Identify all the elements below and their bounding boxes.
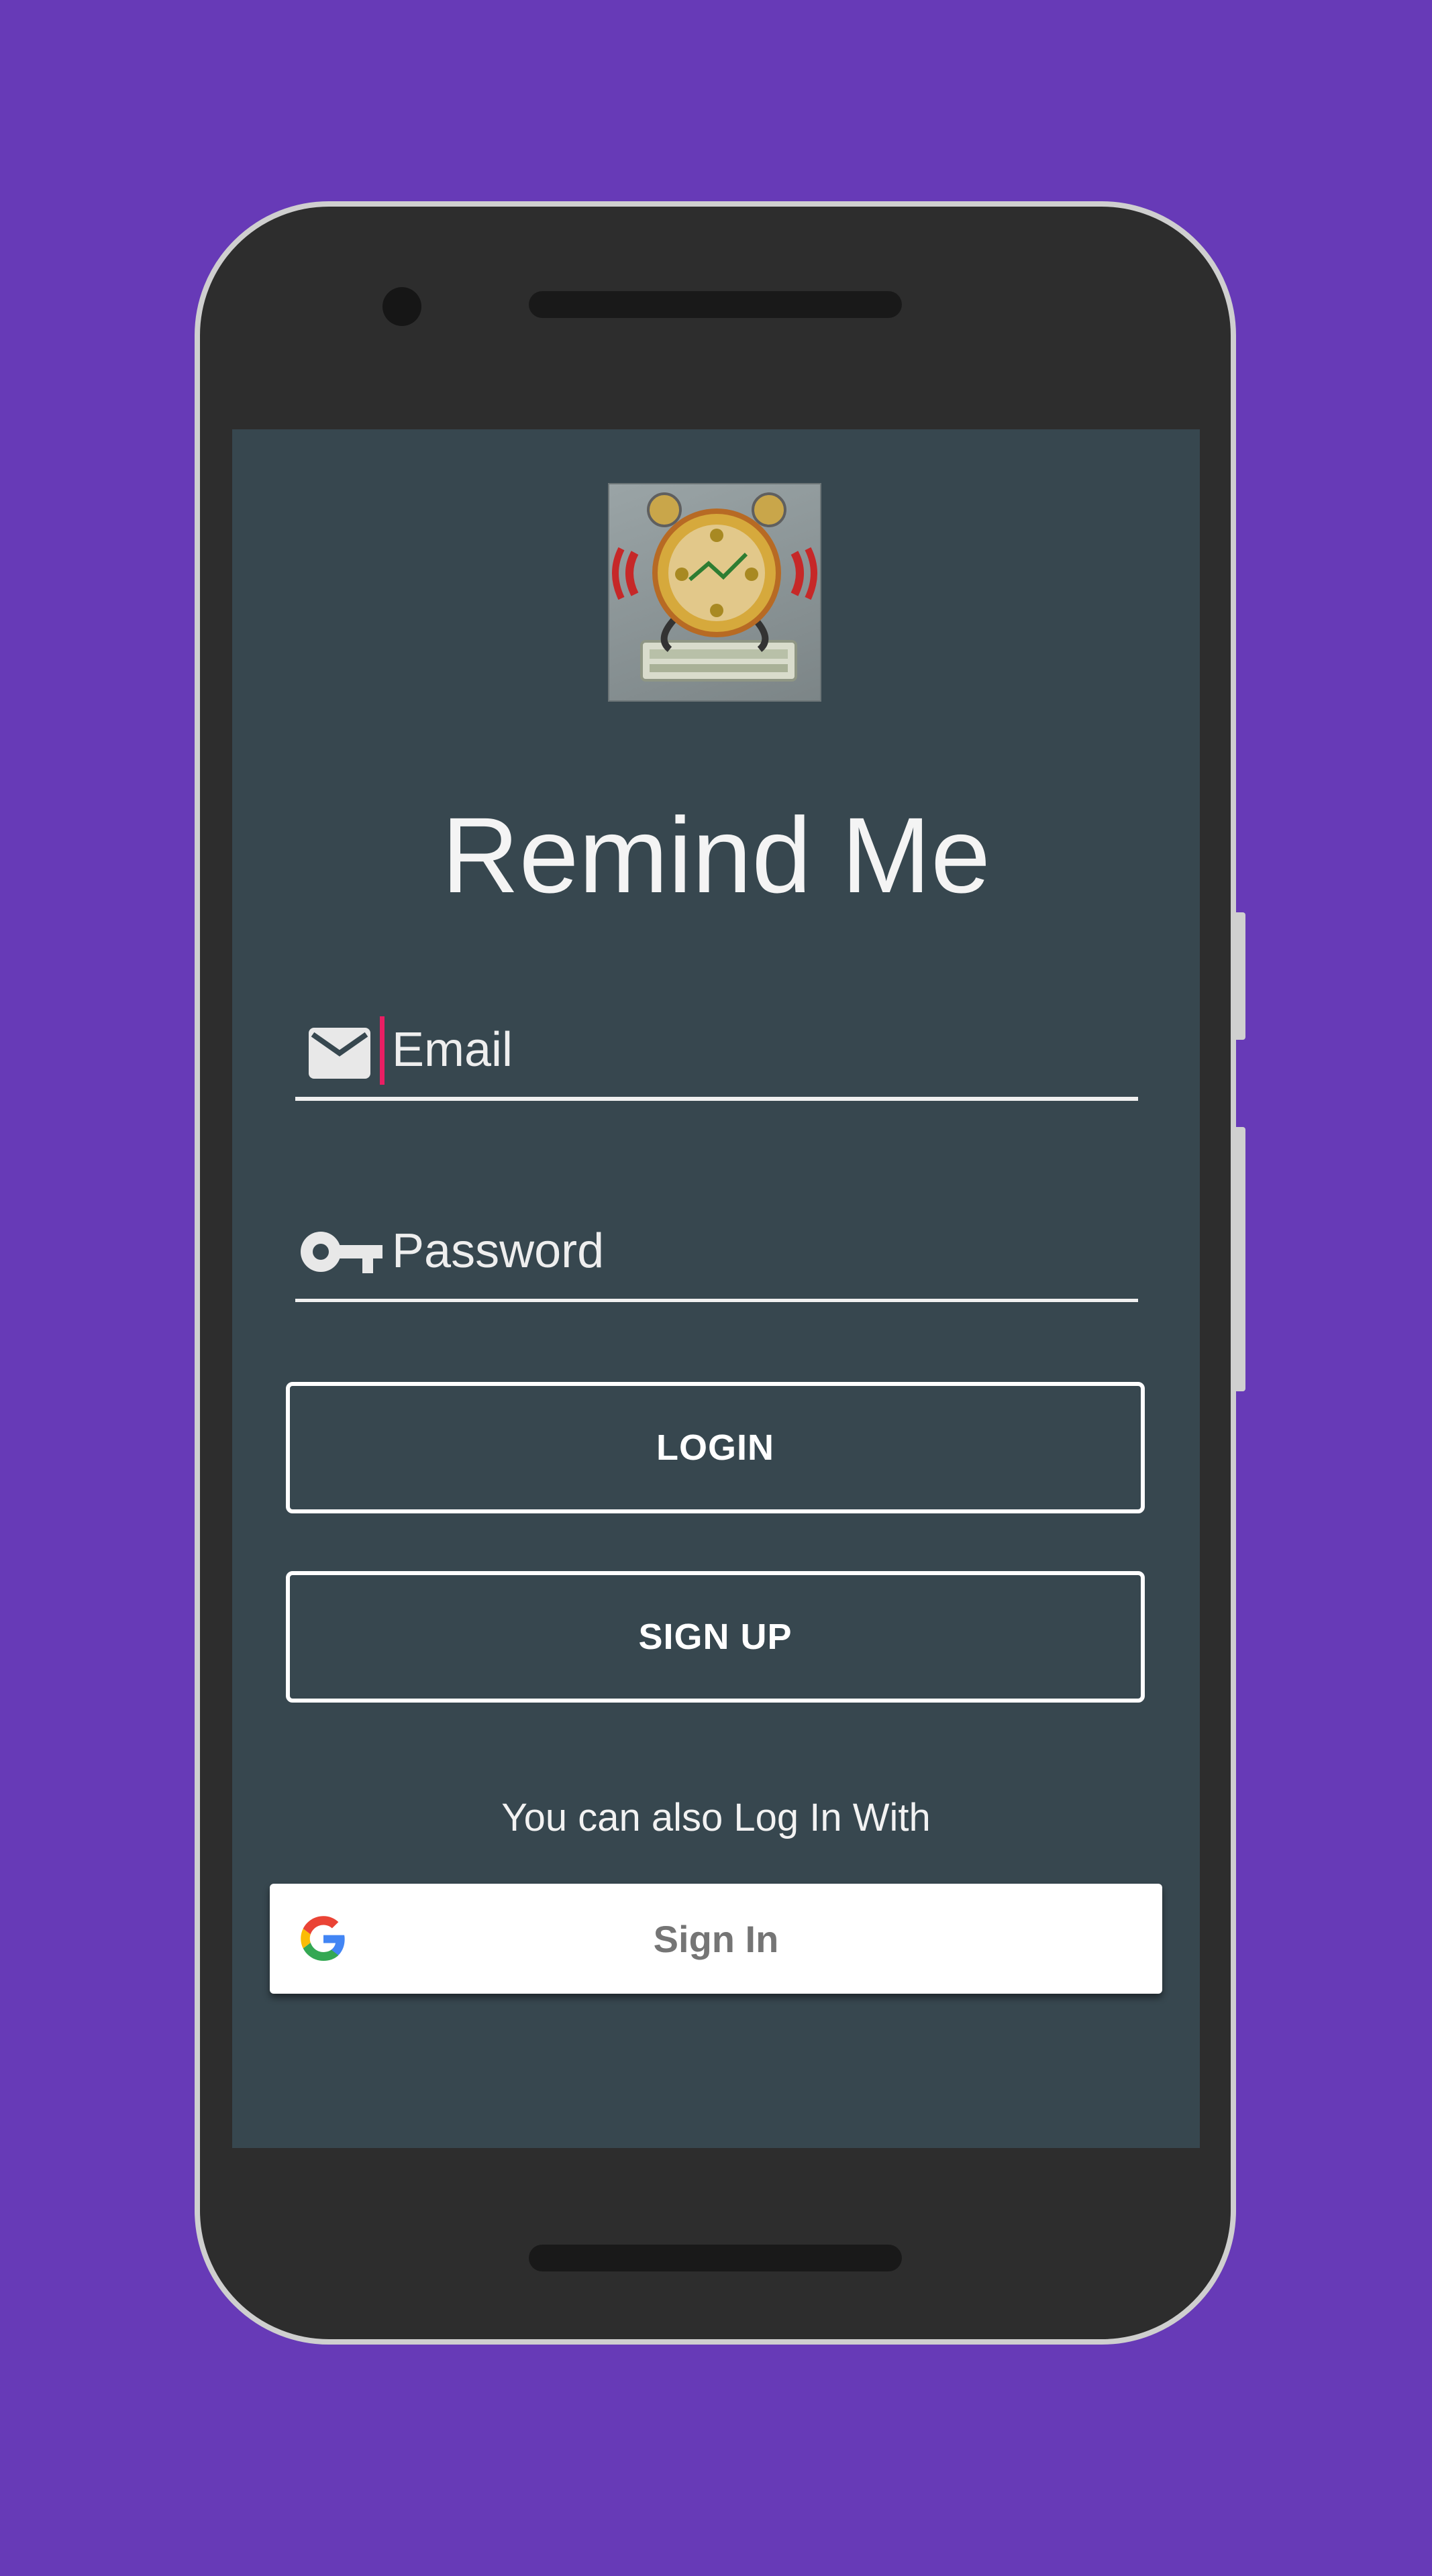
password-input[interactable]: Password	[392, 1221, 604, 1281]
front-camera	[382, 287, 421, 326]
top-speaker	[529, 291, 902, 318]
volume-button	[1233, 1127, 1245, 1391]
password-underline	[295, 1299, 1138, 1302]
google-signin-label: Sign In	[653, 1917, 779, 1960]
alternate-login-prompt: You can also Log In With	[501, 1796, 931, 1839]
power-button	[1233, 912, 1245, 1040]
email-field[interactable]: Email	[295, 1006, 1138, 1127]
key-icon	[301, 1232, 382, 1273]
app-title: Remind Me	[441, 795, 991, 915]
signup-button[interactable]: SIGN UP	[286, 1571, 1145, 1703]
app-logo	[608, 483, 821, 702]
mail-icon	[309, 1028, 370, 1079]
app-screen: Remind Me Email Password LOGIN SIGN UP Y…	[232, 429, 1200, 2148]
email-underline	[295, 1097, 1138, 1101]
text-cursor	[380, 1016, 385, 1085]
email-input[interactable]: Email	[392, 1020, 513, 1080]
google-signin-button[interactable]: Sign In	[270, 1884, 1162, 1994]
password-field[interactable]: Password	[295, 1209, 1138, 1303]
bottom-speaker	[529, 2245, 902, 2271]
alarm-clock-money-icon	[612, 492, 817, 682]
login-button[interactable]: LOGIN	[286, 1382, 1145, 1513]
